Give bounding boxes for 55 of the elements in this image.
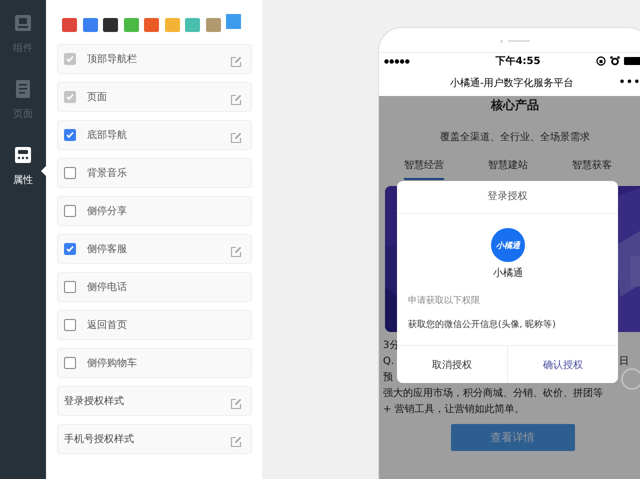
- checkbox[interactable]: [64, 281, 76, 293]
- signal-icon: [384, 58, 410, 64]
- alarm-clock-icon: [610, 56, 620, 66]
- text-fragment: 预: [383, 371, 393, 385]
- text-fragment: Q.: [383, 355, 394, 369]
- more-menu-button[interactable]: •••: [618, 77, 640, 88]
- setting-label: 侧停购物车: [87, 356, 138, 370]
- checkbox[interactable]: [64, 319, 76, 331]
- setting-label: 登录授权样式: [64, 394, 125, 408]
- checkbox[interactable]: [64, 243, 76, 255]
- tab[interactable]: 智慧获客: [572, 158, 612, 180]
- component-icon[interactable]: [14, 14, 32, 32]
- checkbox[interactable]: [64, 205, 76, 217]
- setting-label: 侧停电话: [87, 280, 128, 294]
- camera-icon: [500, 40, 503, 42]
- status-time: 下午4:55: [494, 54, 542, 68]
- setting-label: 底部导航: [87, 128, 128, 142]
- permission-text: 获取您的微信公开信息(头像, 昵称等): [408, 318, 557, 332]
- setting-label: 顶部导航栏: [87, 52, 138, 66]
- sidebar-item[interactable]: 属性: [13, 173, 33, 187]
- calculator-icon[interactable]: [14, 146, 32, 164]
- page-title: 小橘通-用户数字化服务平台: [449, 76, 575, 90]
- checkbox[interactable]: [64, 357, 76, 369]
- color-swatch[interactable]: [124, 18, 138, 32]
- checkbox[interactable]: [64, 129, 76, 141]
- color-swatch[interactable]: [62, 18, 77, 32]
- color-swatch[interactable]: [185, 18, 200, 32]
- checkbox[interactable]: [64, 167, 76, 179]
- setting-label: 手机号授权样式: [64, 432, 135, 446]
- battery-icon: [624, 57, 640, 65]
- rotation-lock-icon: [596, 56, 606, 66]
- color-swatch[interactable]: [82, 18, 98, 32]
- text-fragment: 日: [619, 355, 629, 368]
- section-subtitle: 覆盖全渠道、全行业、全场景需求: [439, 130, 591, 144]
- color-swatch[interactable]: [144, 18, 159, 32]
- tab[interactable]: 智慧建站: [488, 158, 528, 180]
- setting-label: 背景音乐: [87, 166, 128, 180]
- setting-label: 返回首页: [87, 318, 128, 332]
- color-swatch[interactable]: [226, 14, 241, 29]
- app-name: 小橘通: [492, 266, 524, 280]
- dialog-title: 登录授权: [397, 181, 618, 214]
- setting-label: 侧停客服: [87, 242, 128, 256]
- document-icon[interactable]: [14, 80, 32, 98]
- description-text: + 营销工具，让营销如此简单。: [382, 402, 526, 417]
- color-swatch[interactable]: [206, 18, 220, 32]
- setting-label: 侧停分享: [87, 204, 128, 218]
- description-text: 强大的应用市场，积分商城、分销、砍价、拼团等: [382, 386, 604, 401]
- color-swatch[interactable]: [164, 18, 180, 32]
- setting-label: 页面: [87, 91, 108, 104]
- app-logo: 小橘通: [491, 228, 525, 262]
- permission-heading: 申请获取以下权限: [408, 294, 481, 307]
- color-swatch[interactable]: [103, 18, 118, 32]
- float-button-icon[interactable]: [621, 368, 640, 390]
- confirm-button[interactable]: 确认授权: [507, 346, 618, 383]
- section-heading: 核心产品: [490, 97, 540, 114]
